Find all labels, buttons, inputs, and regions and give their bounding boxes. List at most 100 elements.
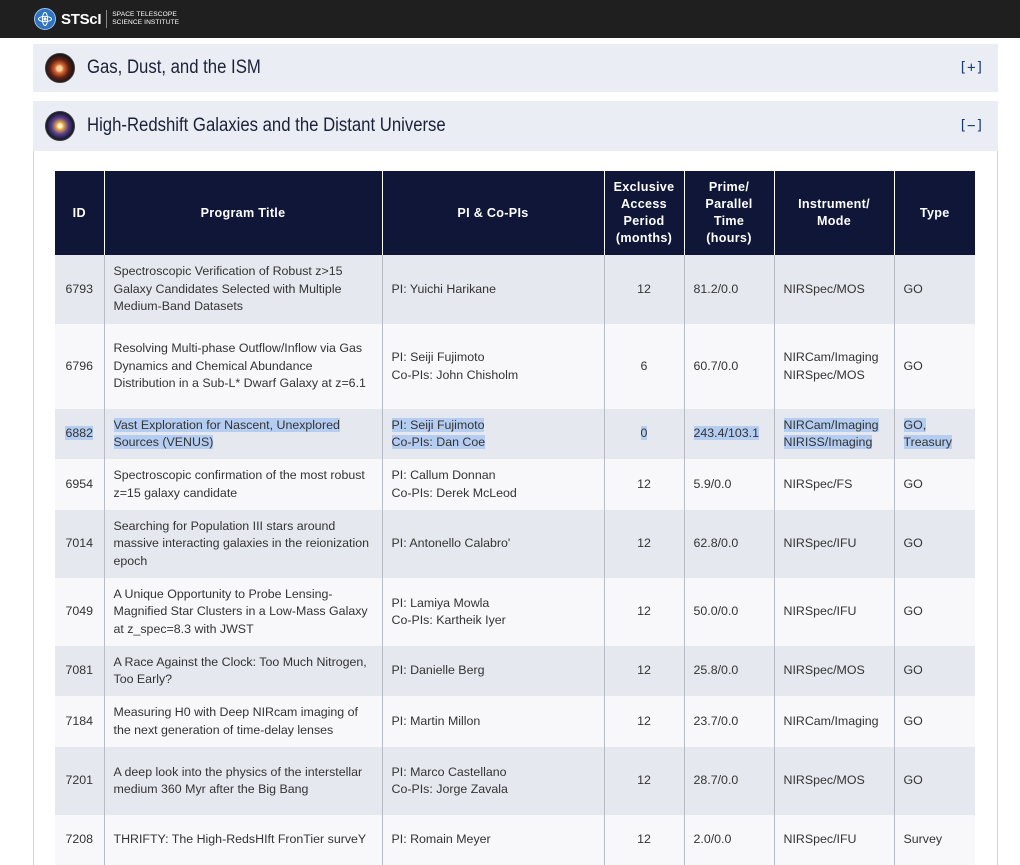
program-id-link[interactable]: 6954	[65, 477, 93, 491]
instrument-mode: NIRSpec/IFU	[773, 815, 894, 865]
program-pi: PI: Lamiya Mowla Co-PIs: Kartheik Iyer	[381, 578, 604, 646]
program-title: Spectroscopic Verification of Robust z>1…	[103, 255, 382, 324]
program-id[interactable]: 7049	[55, 578, 104, 646]
logo-subtitle: SPACE TELESCOPE SCIENCE INSTITUTE	[112, 11, 179, 27]
program-id[interactable]: 7208	[55, 815, 104, 865]
program-id-link[interactable]: 7014	[65, 536, 93, 550]
program-title: A deep look into the physics of the inte…	[103, 747, 382, 815]
expand-toggle[interactable]: [+]	[959, 60, 984, 76]
type-line: GO	[903, 773, 923, 788]
logo-subtitle-line1: SPACE TELESCOPE	[112, 11, 177, 18]
column-header-id[interactable]: ID	[55, 171, 104, 255]
accordion-high-redshift-galaxies[interactable]: High-Redshift Galaxies and the Distant U…	[33, 101, 998, 151]
header-line: Mode	[816, 214, 852, 228]
program-id-link[interactable]: 7184	[65, 714, 93, 728]
type-line: GO	[903, 476, 923, 491]
column-header-instrument[interactable]: Instrument/ Mode	[773, 171, 894, 255]
program-pi: PI: Marco Castellano Co-PIs: Jorge Zavala	[381, 747, 604, 815]
prime-parallel-time: 23.7/0.0	[683, 696, 774, 747]
selected-text: 0	[640, 426, 648, 441]
header-line: Period	[623, 214, 665, 228]
exclusive-access-period: 6	[603, 324, 684, 409]
program-title: Vast Exploration for Nascent, Unexplored…	[103, 409, 382, 459]
instrument-line: NIRISS/Imaging	[783, 435, 873, 449]
program-title: Searching for Population III stars aroun…	[103, 510, 382, 578]
program-id-link[interactable]: 6882	[65, 426, 94, 441]
program-id-link[interactable]: 7081	[65, 663, 93, 677]
program-id[interactable]: 7014	[55, 510, 104, 578]
column-header-pi[interactable]: PI & Co-PIs	[381, 171, 604, 255]
program-pi: PI: Seiji Fujimoto Co-PIs: Dan Coe	[381, 409, 604, 459]
program-title: A Unique Opportunity to Probe Lensing-Ma…	[103, 578, 382, 646]
instrument-mode: NIRCam/Imaging NIRISS/Imaging	[773, 409, 894, 459]
instrument-mode: NIRSpec/MOS	[773, 646, 894, 696]
header-line: Parallel	[705, 197, 753, 211]
exclusive-access-period: 12	[603, 510, 684, 578]
instrument-line: NIRCam/Imaging	[783, 713, 879, 728]
table-row-selected: 6882 Vast Exploration for Nascent, Unexp…	[55, 409, 975, 459]
prime-parallel-time: 60.7/0.0	[683, 324, 774, 409]
column-header-exclusive-access[interactable]: Exclusive Access Period (months)	[603, 171, 684, 255]
instrument-line: NIRSpec/IFU	[783, 832, 857, 847]
prime-parallel-time: 243.4/103.1	[683, 409, 774, 459]
program-id-link[interactable]: 6793	[65, 282, 93, 296]
stsci-logo[interactable]: STScI SPACE TELESCOPE SCIENCE INSTITUTE	[34, 8, 179, 30]
instrument-mode: NIRSpec/MOS	[773, 747, 894, 815]
program-id[interactable]: 6882	[55, 409, 104, 459]
prime-parallel-time: 5.9/0.0	[683, 459, 774, 510]
instrument-line: NIRCam/Imaging	[783, 417, 879, 432]
table-row: 6793 Spectroscopic Verification of Robus…	[55, 255, 975, 324]
header-line: Access	[621, 197, 667, 211]
program-pi: PI: Romain Meyer	[381, 815, 604, 865]
pi-name: PI: Seiji Fujimoto	[391, 350, 485, 365]
instrument-line: NIRSpec/MOS	[783, 773, 865, 788]
pi-name: PI: Antonello Calabro'	[391, 536, 511, 551]
program-type: GO	[893, 255, 975, 324]
program-pi: PI: Danielle Berg	[381, 646, 604, 696]
program-id[interactable]: 6954	[55, 459, 104, 510]
program-type: GO	[893, 646, 975, 696]
table-row: 7208 THRIFTY: The High-RedsHIft FronTier…	[55, 815, 975, 865]
column-header-time[interactable]: Prime/ Parallel Time (hours)	[683, 171, 774, 255]
program-id-link[interactable]: 7201	[65, 773, 93, 787]
accordion-gas-dust-ism[interactable]: Gas, Dust, and the ISM [+]	[33, 44, 998, 92]
instrument-line: NIRSpec/IFU	[783, 536, 857, 551]
type-line: GO	[903, 663, 923, 678]
program-type: GO	[893, 696, 975, 747]
program-pi: PI: Callum Donnan Co-PIs: Derek McLeod	[381, 459, 604, 510]
prime-parallel-time: 28.7/0.0	[683, 747, 774, 815]
program-id-link[interactable]: 7049	[65, 604, 93, 618]
program-id[interactable]: 7201	[55, 747, 104, 815]
program-id[interactable]: 7081	[55, 646, 104, 696]
program-id[interactable]: 7184	[55, 696, 104, 747]
nebula-icon	[45, 53, 75, 83]
program-title: Resolving Multi-phase Outflow/Inflow via…	[103, 324, 382, 409]
header-line: Instrument/	[798, 197, 870, 211]
pi-name: PI: Yuichi Harikane	[391, 281, 496, 296]
pi-name: PI: Marco Castellano	[391, 764, 507, 779]
prime-parallel-time: 25.8/0.0	[683, 646, 774, 696]
program-id[interactable]: 6796	[55, 324, 104, 409]
instrument-mode: NIRSpec/IFU	[773, 578, 894, 646]
instrument-line: NIRSpec/MOS	[783, 281, 865, 296]
copi-name: Co-PIs: Kartheik Iyer	[391, 613, 506, 627]
program-id-link[interactable]: 7208	[65, 832, 93, 846]
program-id-link[interactable]: 6796	[65, 359, 93, 373]
collapse-toggle[interactable]: [−]	[959, 118, 984, 134]
prime-parallel-time: 81.2/0.0	[683, 255, 774, 324]
program-pi: PI: Yuichi Harikane	[381, 255, 604, 324]
exclusive-access-period: 12	[603, 696, 684, 747]
top-bar: STScI SPACE TELESCOPE SCIENCE INSTITUTE	[0, 0, 1020, 38]
prime-parallel-time: 2.0/0.0	[683, 815, 774, 865]
column-header-type[interactable]: Type	[893, 171, 975, 255]
header-line: Exclusive	[613, 180, 675, 194]
header-line: (months)	[615, 231, 673, 245]
logo-wordmark: STScI	[61, 10, 102, 28]
program-type: GO	[893, 578, 975, 646]
program-title: Measuring H0 with Deep NIRcam imaging of…	[103, 696, 382, 747]
column-header-title[interactable]: Program Title	[103, 171, 382, 255]
instrument-line: NIRCam/Imaging	[783, 350, 879, 365]
table-row: 6796 Resolving Multi-phase Outflow/Inflo…	[55, 324, 975, 409]
table-row: 7081 A Race Against the Clock: Too Much …	[55, 646, 975, 696]
program-id[interactable]: 6793	[55, 255, 104, 324]
